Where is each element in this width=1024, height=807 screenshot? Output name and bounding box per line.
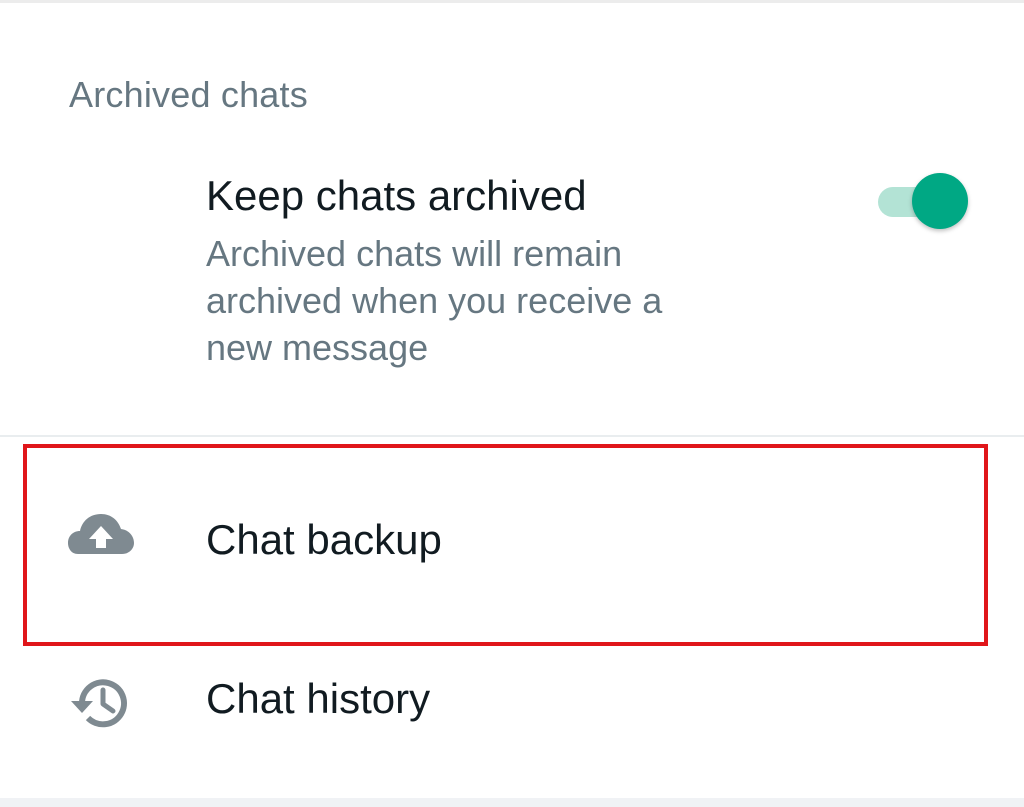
keep-chats-archived-description: Archived chats will remain archived when… bbox=[206, 233, 663, 368]
bottom-divider bbox=[0, 798, 1024, 807]
chat-history-item[interactable]: Chat history bbox=[0, 645, 1024, 755]
section-divider bbox=[0, 435, 1024, 437]
top-divider bbox=[0, 0, 1024, 3]
history-icon bbox=[71, 679, 127, 728]
chat-history-label: Chat history bbox=[206, 675, 431, 722]
keep-chats-archived-title[interactable]: Keep chats archived bbox=[206, 172, 587, 220]
cloud-upload-icon bbox=[68, 514, 134, 554]
chat-backup-item[interactable]: Chat backup bbox=[0, 440, 1024, 640]
toggle-thumb bbox=[912, 173, 968, 229]
chat-backup-label: Chat backup bbox=[206, 516, 442, 563]
section-header-archived-chats: Archived chats bbox=[69, 74, 308, 115]
keep-chats-archived-toggle[interactable] bbox=[878, 173, 972, 229]
